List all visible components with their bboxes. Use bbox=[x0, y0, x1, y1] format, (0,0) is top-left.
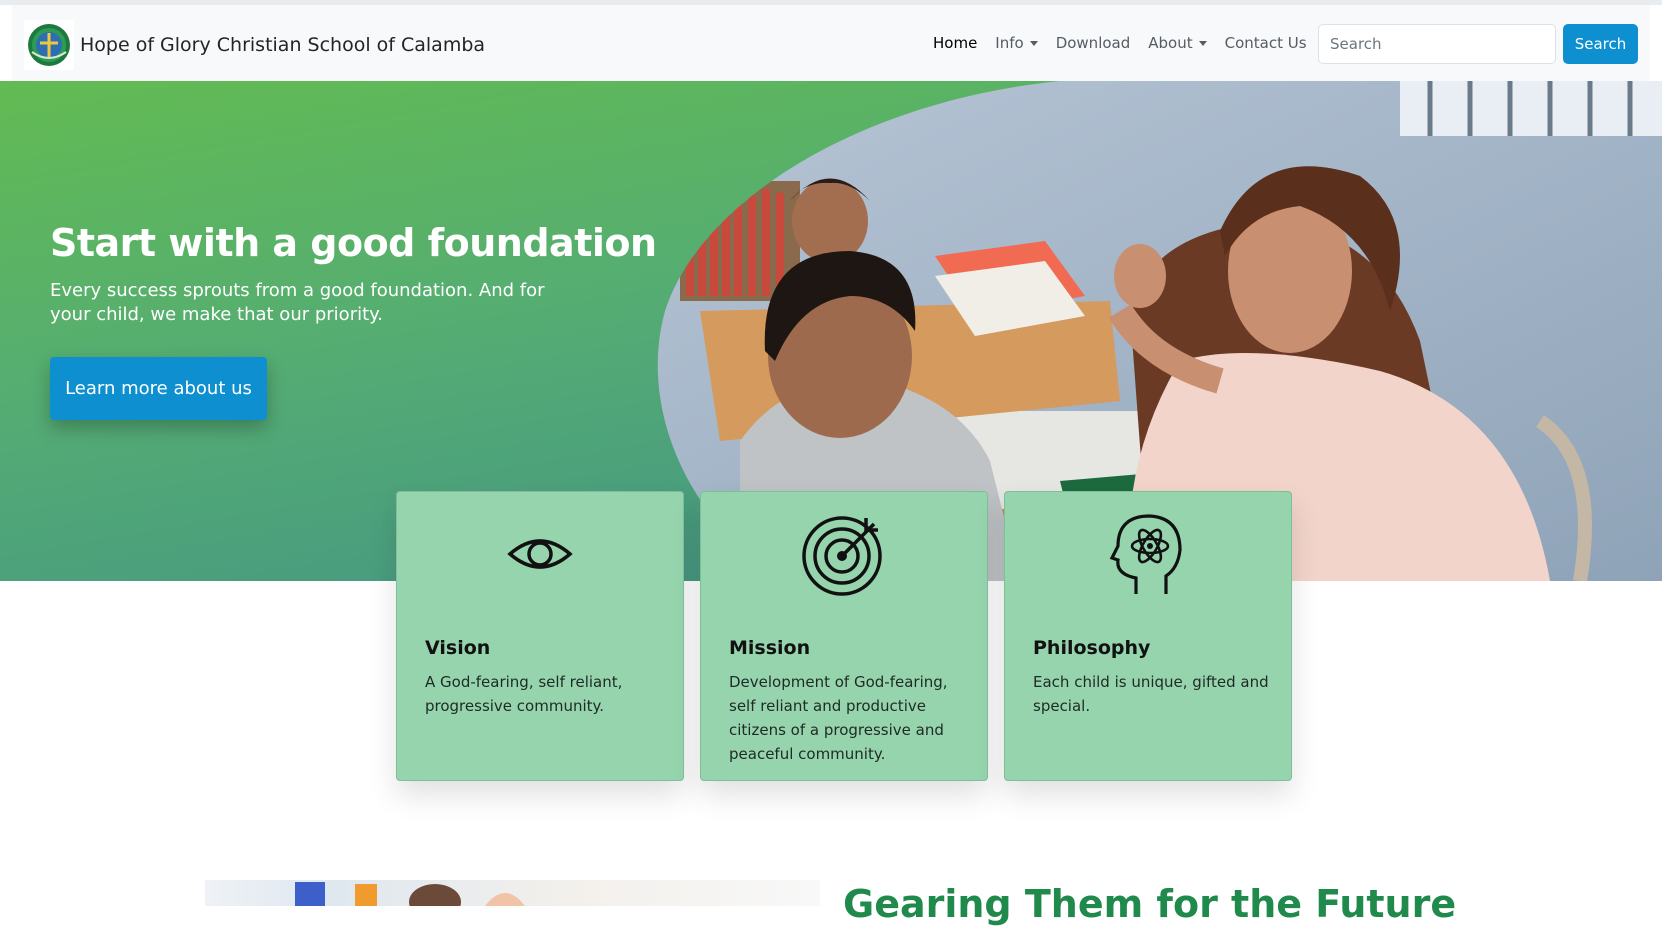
vision-icon-wrap bbox=[397, 512, 683, 596]
brand-name: Hope of Glory Christian School of Calamb… bbox=[80, 34, 486, 56]
mission-title: Mission bbox=[729, 637, 811, 659]
vision-title: Vision bbox=[425, 637, 491, 659]
section2-photo-graphic bbox=[295, 882, 525, 906]
search-input[interactable] bbox=[1318, 24, 1556, 64]
learn-more-button[interactable]: Learn more about us bbox=[50, 357, 267, 420]
mission-icon-wrap bbox=[701, 512, 987, 596]
section2-photo bbox=[205, 880, 820, 906]
search-button[interactable]: Search bbox=[1563, 24, 1638, 64]
mission-card: Mission Development of God-fearing, self… bbox=[700, 491, 988, 781]
philosophy-card: Philosophy Each child is unique, gifted … bbox=[1004, 491, 1292, 781]
philosophy-icon-wrap bbox=[1005, 512, 1291, 596]
vision-card: Vision A God-fearing, self reliant, prog… bbox=[396, 491, 684, 781]
brand[interactable]: Hope of Glory Christian School of Calamb… bbox=[24, 20, 485, 70]
caret-down-icon bbox=[1029, 40, 1038, 46]
nav-home[interactable]: Home bbox=[933, 34, 977, 52]
nav-download[interactable]: Download bbox=[1056, 34, 1131, 52]
nav-info-label: Info bbox=[995, 34, 1024, 52]
philosophy-text: Each child is unique, gifted and special… bbox=[1033, 673, 1269, 715]
nav-home-label: Home bbox=[933, 34, 978, 52]
nav-info-dropdown[interactable]: Info bbox=[995, 34, 1038, 52]
nav-links: Home Info Download About Contact Us bbox=[933, 34, 1325, 52]
mission-text: Development of God-fearing, self reliant… bbox=[729, 673, 948, 763]
philosophy-title: Philosophy bbox=[1033, 637, 1151, 659]
section2-heading: Gearing Them for the Future bbox=[843, 882, 1457, 926]
nav-download-label: Download bbox=[1055, 34, 1131, 52]
vision-text: A God-fearing, self reliant, progressive… bbox=[425, 673, 623, 715]
eye-icon bbox=[507, 539, 573, 569]
atom-head-icon bbox=[1109, 514, 1182, 594]
navbar: Hope of Glory Christian School of Calamb… bbox=[12, 5, 1650, 81]
nav-about-label: About bbox=[1148, 34, 1193, 52]
nav-about-dropdown[interactable]: About bbox=[1148, 34, 1207, 52]
target-icon bbox=[802, 516, 882, 596]
caret-down-icon bbox=[1198, 40, 1207, 46]
hero-subtitle: Every success sprouts from a good founda… bbox=[50, 280, 545, 325]
school-crest-icon bbox=[24, 20, 74, 70]
hero-title: Start with a good foundation bbox=[50, 221, 657, 265]
nav-contact[interactable]: Contact Us bbox=[1225, 34, 1307, 52]
nav-contact-label: Contact Us bbox=[1224, 34, 1307, 52]
